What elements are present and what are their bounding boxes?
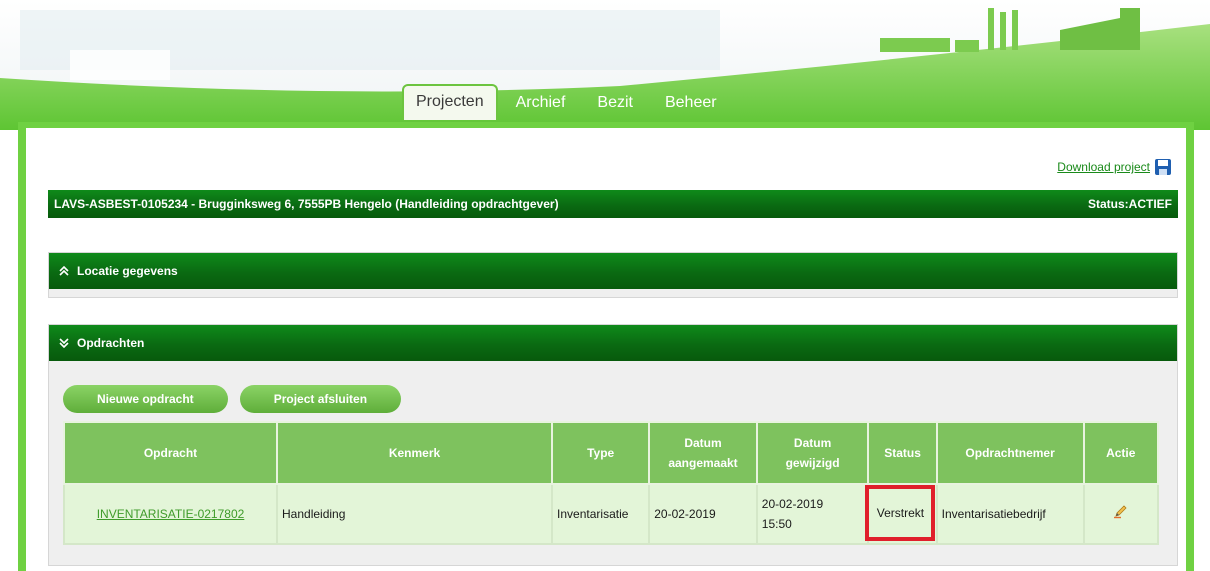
col-header-type[interactable]: Type [551, 421, 651, 485]
cell-status: Verstrekt [865, 483, 938, 545]
floppy-disk-icon[interactable] [1154, 158, 1172, 176]
section-opdrachten-label: Opdrachten [77, 336, 145, 350]
col-header-status[interactable]: Status [867, 421, 938, 485]
opdrachten-button-row: Nieuwe opdracht Project afsluiten [63, 385, 402, 413]
tab-archief[interactable]: Archief [502, 86, 580, 120]
col-header-opdrachtnemer[interactable]: Opdrachtnemer [935, 421, 1085, 485]
cell-kenmerk: Handleiding [275, 483, 554, 545]
col-header-datum-gewijzigd-line2: gewijzigd [785, 456, 840, 470]
project-afsluiten-button[interactable]: Project afsluiten [239, 385, 402, 413]
cell-opdrachtnemer: Inventarisatiebedrijf [935, 483, 1085, 545]
tab-bezit[interactable]: Bezit [583, 86, 647, 120]
col-header-actie: Actie [1082, 421, 1159, 485]
project-status: Status:ACTIEF [1088, 197, 1172, 211]
download-project-link[interactable]: Download project [1057, 160, 1150, 174]
col-header-datum-gewijzigd-line1: Datum [793, 436, 832, 450]
cell-type: Inventarisatie [551, 483, 651, 545]
content-frame: Download project LAVS-ASBEST-0105234 - B… [18, 122, 1194, 571]
section-locatie-header[interactable]: Locatie gegevens [49, 253, 1177, 289]
expand-down-icon [59, 338, 69, 348]
table-header-row: Opdracht Kenmerk Type Datum aangemaakt D… [63, 421, 1159, 485]
tab-beheer[interactable]: Beheer [651, 86, 731, 120]
col-header-datum-aangemaakt-line1: Datum [684, 436, 722, 450]
status-value: Verstrekt [876, 506, 925, 520]
cell-actie [1082, 483, 1159, 545]
col-header-datum-aangemaakt[interactable]: Datum aangemaakt [648, 421, 758, 485]
gewijzigd-time: 15:50 [761, 517, 792, 531]
content-panel: Download project LAVS-ASBEST-0105234 - B… [26, 128, 1186, 571]
nieuwe-opdracht-button[interactable]: Nieuwe opdracht [63, 385, 228, 413]
cell-datum-gewijzigd: 20-02-2019 15:50 [755, 483, 870, 545]
tab-projecten[interactable]: Projecten [402, 84, 498, 120]
cell-opdracht: INVENTARISATIE-0217802 [63, 483, 278, 545]
gewijzigd-date: 20-02-2019 [761, 497, 824, 511]
col-header-kenmerk[interactable]: Kenmerk [275, 421, 554, 485]
project-title-bar: LAVS-ASBEST-0105234 - Brugginksweg 6, 75… [48, 190, 1178, 218]
opdrachten-table: Opdracht Kenmerk Type Datum aangemaakt D… [63, 421, 1159, 545]
col-header-datum-gewijzigd[interactable]: Datum gewijzigd [755, 421, 870, 485]
pencil-icon[interactable] [1113, 503, 1129, 519]
main-tabs: Projecten Archief Bezit Beheer [402, 84, 735, 120]
cell-datum-aangemaakt: 20-02-2019 [648, 483, 758, 545]
project-title: LAVS-ASBEST-0105234 - Brugginksweg 6, 75… [54, 197, 559, 211]
table-row: INVENTARISATIE-0217802 Handleiding Inven… [63, 483, 1159, 545]
col-header-opdracht[interactable]: Opdracht [63, 421, 278, 485]
opdracht-link[interactable]: INVENTARISATIE-0217802 [97, 507, 245, 521]
status-highlight-box: Verstrekt [865, 485, 936, 541]
section-locatie-label: Locatie gegevens [77, 264, 178, 278]
col-header-datum-aangemaakt-line2: aangemaakt [668, 456, 738, 470]
section-opdrachten-header[interactable]: Opdrachten [49, 325, 1177, 361]
section-locatie-gegevens: Locatie gegevens [48, 252, 1178, 298]
collapse-up-icon [59, 266, 69, 276]
section-opdrachten: Opdrachten Nieuwe opdracht Project afslu… [48, 324, 1178, 566]
download-project: Download project [1057, 158, 1172, 176]
